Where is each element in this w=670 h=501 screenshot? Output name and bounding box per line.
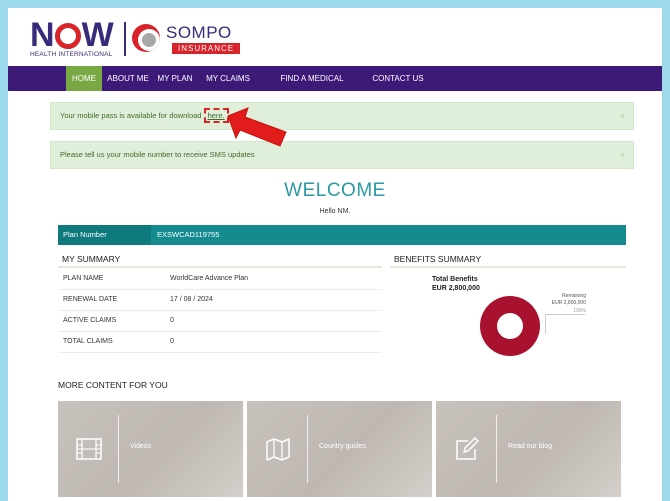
- summary-key: TOTAL CLAIMS: [63, 338, 113, 345]
- main-nav: HOME ABOUT ME MY PLAN MY CLAIMS FIND A M…: [8, 66, 662, 108]
- blog-tile[interactable]: Read our blog: [436, 401, 621, 497]
- summary-value: WorldCare Advance Plan: [170, 275, 249, 282]
- nav-item-find-provider[interactable]: FIND A MEDICAL PROVIDER: [260, 66, 364, 108]
- page: NW HEALTH INTERNATIONAL SOMPO INSURANCE …: [8, 8, 662, 501]
- film-icon: [76, 438, 102, 460]
- mobile-pass-alert: Your mobile pass is available for downlo…: [50, 102, 634, 130]
- total-benefits-label: Total Benefits: [432, 276, 478, 283]
- alert-text: Your mobile pass is available for downlo…: [60, 111, 204, 120]
- tile-divider: [496, 415, 497, 483]
- sompo-logo-icon: [132, 24, 160, 52]
- close-icon[interactable]: ×: [620, 103, 625, 129]
- sompo-logo-text: SOMPO: [166, 23, 232, 42]
- close-icon[interactable]: ×: [620, 142, 625, 168]
- now-logo-wordmark: NW: [30, 16, 114, 54]
- more-content-title: MORE CONTENT FOR YOU: [58, 380, 168, 390]
- summary-row: RENEWAL DATE 17 / 08 / 2024: [58, 289, 382, 311]
- summary-row: PLAN NAME WorldCare Advance Plan: [58, 268, 382, 290]
- remaining-label: Remaining: [562, 293, 586, 299]
- plan-number-label: Plan Number: [58, 225, 151, 245]
- benefits-rule: [390, 266, 626, 268]
- nav-item-contact-us[interactable]: CONTACT US: [371, 66, 425, 91]
- country-guides-tile[interactable]: Country guides: [247, 401, 432, 497]
- nav-item-about-me[interactable]: ABOUT ME: [106, 66, 150, 91]
- plan-number-bar: Plan Number EXSWCAD119755: [58, 225, 626, 245]
- summary-key: RENEWAL DATE: [63, 296, 118, 303]
- nav-item-my-plan[interactable]: MY PLAN: [155, 66, 195, 91]
- summary-row: TOTAL CLAIMS 0: [58, 331, 382, 353]
- remaining-amount: EUR 2,800,000: [551, 300, 586, 306]
- summary-value: 0: [170, 317, 174, 324]
- tile-label: Country guides: [319, 443, 367, 450]
- videos-tile[interactable]: Videos: [58, 401, 243, 497]
- tile-divider: [118, 415, 119, 483]
- download-here-link[interactable]: here.: [208, 111, 225, 120]
- nav-item-home[interactable]: HOME: [66, 66, 102, 91]
- greeting: Hello NM.: [319, 208, 351, 215]
- summary-value: 0: [170, 338, 174, 345]
- now-logo-subtitle: HEALTH INTERNATIONAL: [30, 51, 113, 58]
- edit-icon: [456, 437, 479, 460]
- sompo-logo-subtitle: INSURANCE: [172, 43, 241, 54]
- welcome-title: WELCOME: [284, 180, 386, 201]
- nav-item-my-claims[interactable]: MY CLAIMS: [204, 66, 252, 91]
- header: NW HEALTH INTERNATIONAL SOMPO INSURANCE: [8, 8, 662, 66]
- summary-value: 17 / 08 / 2024: [170, 296, 213, 303]
- tile-label: Read our blog: [508, 443, 552, 450]
- summary-key: ACTIVE CLAIMS: [63, 317, 117, 324]
- total-benefits-amount: EUR 2,800,000: [432, 285, 480, 292]
- logo-divider: [124, 22, 126, 56]
- donut-leader-line: [545, 314, 585, 315]
- summary-title: MY SUMMARY: [62, 254, 121, 264]
- tile-divider: [307, 415, 308, 483]
- annotation-arrow-icon: [227, 107, 287, 147]
- summary-row: ACTIVE CLAIMS 0: [58, 310, 382, 332]
- remaining-percent: 100%: [573, 308, 586, 314]
- tile-label: Videos: [130, 443, 152, 450]
- plan-number-value: EXSWCAD119755: [157, 230, 220, 239]
- donut-hole: [497, 313, 523, 339]
- sms-updates-alert: Please tell us your mobile number to rec…: [50, 141, 634, 169]
- benefits-title: BENEFITS SUMMARY: [394, 254, 482, 264]
- now-logo[interactable]: NW HEALTH INTERNATIONAL: [30, 16, 114, 58]
- donut-leader-line: [545, 314, 546, 334]
- summary-key: PLAN NAME: [63, 275, 104, 282]
- map-icon: [266, 438, 290, 461]
